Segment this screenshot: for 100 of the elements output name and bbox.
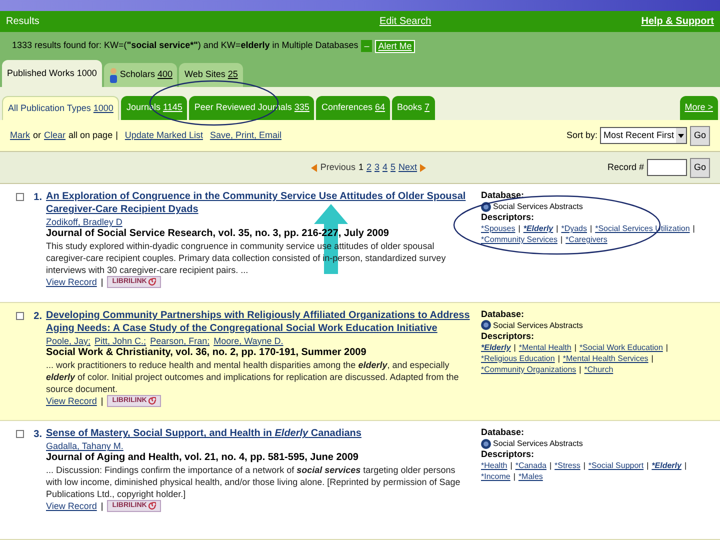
separator: | xyxy=(100,394,104,407)
toolbar-link[interactable]: Clear xyxy=(44,128,66,142)
author-link[interactable]: Pitt, John C.; xyxy=(94,334,146,347)
author-link[interactable]: Moore, Wayne D. xyxy=(214,334,284,347)
current-page: 1 xyxy=(358,160,364,174)
header-title: Results xyxy=(6,15,40,29)
separator: | xyxy=(514,342,516,353)
separator: | xyxy=(518,223,520,234)
database-icon xyxy=(481,320,491,330)
collapse-button[interactable]: – xyxy=(361,40,372,52)
descriptors-label: Descriptors: xyxy=(481,330,536,342)
swirl-icon xyxy=(148,502,156,510)
record-field[interactable] xyxy=(646,159,687,176)
publication-type-tab[interactable]: Books 7 xyxy=(392,96,435,120)
page-link[interactable]: 5 xyxy=(390,160,396,174)
descriptors-label: Descriptors: xyxy=(481,212,536,223)
separator: | xyxy=(560,234,563,245)
descriptor-link[interactable]: *Social Work Education xyxy=(579,342,663,353)
database-name: Social Services Abstracts xyxy=(493,201,583,212)
descriptor-link[interactable]: *Elderly xyxy=(652,460,682,472)
result-title[interactable]: Developing Community Partnerships with Religiously Affiliated Organizations to Address Aging Needs: A Case Study of the Congregational Social Work Education Initiative xyxy=(46,308,471,335)
help-link[interactable]: Help & Support xyxy=(641,14,714,29)
descriptor-link[interactable]: *Elderly xyxy=(481,342,511,353)
descriptor-link[interactable]: *Social Support xyxy=(588,460,644,472)
author-link[interactable]: Gadalla, Tahany M. xyxy=(46,440,124,452)
abstract-text: ... work practitioners to reduce health and mental health disparities among the elderly, and especially elderly of color. Initial project outcomes and implications for replication are discussed. Adapted from the source document. xyxy=(46,358,460,395)
database-icon xyxy=(481,202,491,212)
database-label: Database: xyxy=(481,308,526,320)
view-record-link[interactable]: View Record xyxy=(46,500,97,512)
toolbar-link[interactable]: Mark xyxy=(10,128,30,142)
publication-type-tab[interactable]: All Publication Types 1000 xyxy=(2,96,120,120)
descriptor-link[interactable]: *Dyads xyxy=(561,223,587,234)
database-label: Database: xyxy=(481,427,526,438)
descriptor-link[interactable]: *Mental Health Services xyxy=(562,352,648,364)
result-number: 1. xyxy=(32,191,42,205)
publication-type-tab[interactable]: Peer Reviewed Journals 335 xyxy=(189,96,314,120)
separator: | xyxy=(651,352,654,364)
toolbar-link[interactable]: Update Marked List xyxy=(124,128,203,142)
result-number: 3. xyxy=(32,428,42,442)
separator: | xyxy=(574,342,576,353)
descriptor-link[interactable]: *Canada xyxy=(515,460,546,472)
descriptors-label: Descriptors: xyxy=(481,449,536,460)
author-link[interactable]: Pearson, Fran; xyxy=(150,334,210,347)
result-title[interactable]: An Exploration of Congruence in the Community Service Use Attitudes of Older Spousal Caregiver-Care Recipient Dyads xyxy=(46,190,471,216)
publication-type-tab[interactable]: Journals 1145 xyxy=(121,96,188,120)
right-arrow-icon xyxy=(420,164,426,172)
source-citation: Social Work & Christianity, vol. 36, no. 2, pp. 170-191, Summer 2009 xyxy=(46,346,368,359)
more-tab[interactable]: More > xyxy=(680,96,718,120)
result-tab[interactable]: Scholars 400 xyxy=(104,63,178,87)
previous-text: Previous xyxy=(320,160,356,174)
source-citation: Journal of Aging and Health, vol. 21, no. 4, pp. 581-595, June 2009 xyxy=(46,452,360,464)
record-label: Record # xyxy=(607,160,644,174)
database-name: Social Services Abstracts xyxy=(493,438,583,450)
separator: | xyxy=(684,460,687,472)
toolbar-text: or xyxy=(33,128,42,142)
separator: | xyxy=(556,223,558,234)
checkbox[interactable] xyxy=(16,312,24,320)
separator: | xyxy=(692,223,695,234)
page-link[interactable]: 3 xyxy=(374,160,380,174)
alert-me-button[interactable]: Alert Me xyxy=(375,40,415,52)
descriptor-link[interactable]: *Males xyxy=(518,471,543,482)
view-record-link[interactable]: View Record xyxy=(46,394,97,407)
descriptor-link[interactable]: *Church xyxy=(584,364,614,375)
toolbar-text: all on page xyxy=(68,128,113,142)
result-tab[interactable]: Web Sites 25 xyxy=(179,63,243,87)
record-go-button[interactable]: Go xyxy=(690,158,710,178)
edit-search-link[interactable]: Edit Search xyxy=(379,14,432,29)
separator: | xyxy=(558,352,560,364)
descriptor-link[interactable]: *Income xyxy=(481,471,510,482)
separator: | xyxy=(549,460,552,472)
result-title[interactable]: Sense of Mastery, Social Support, and Health in Elderly Canadians xyxy=(46,427,471,440)
author-link[interactable]: Poole, Jay; xyxy=(46,334,91,347)
descriptor-link[interactable]: *Community Services xyxy=(481,234,558,245)
separator: | xyxy=(100,500,104,512)
descriptor-link[interactable]: *Religious Education xyxy=(481,352,555,364)
view-record-link[interactable]: View Record xyxy=(46,276,97,288)
left-arrow-icon xyxy=(311,164,318,172)
descriptor-link[interactable]: *Community Organizations xyxy=(481,364,576,375)
sort-go-button[interactable]: Go xyxy=(690,126,710,146)
page-link[interactable]: 4 xyxy=(382,160,388,174)
next-link[interactable]: Next xyxy=(398,160,418,174)
toolbar-link[interactable]: Save, Print, Email xyxy=(210,128,282,142)
descriptor-link[interactable]: *Caregivers xyxy=(566,234,608,245)
author-link[interactable]: Zodikoff, Bradley D xyxy=(46,216,122,228)
descriptor-link[interactable]: *Stress xyxy=(554,460,580,472)
separator: | xyxy=(100,276,104,288)
sort-select[interactable]: Most Recent First xyxy=(600,127,687,144)
descriptor-link[interactable]: *Health xyxy=(481,460,508,472)
sort-label: Sort by: xyxy=(566,128,598,142)
page-link[interactable]: 2 xyxy=(366,160,372,174)
checkbox[interactable] xyxy=(16,430,24,438)
descriptor-link[interactable]: *Spouses xyxy=(481,223,516,234)
abstract-text: ... Discussion: Findings confirm the importance of a network of social services targeting older persons with low income, diminished physical health, and/or those living alone. [Reprinted by permission of Sage Publications Ltd., copyright holder.] xyxy=(46,464,462,500)
checkbox[interactable] xyxy=(16,193,24,201)
descriptor-link[interactable]: *Elderly xyxy=(523,223,554,234)
publication-type-tab[interactable]: Conferences 64 xyxy=(316,96,390,120)
result-tab[interactable]: Published Works 1000 xyxy=(2,60,102,87)
separator: | xyxy=(666,342,668,353)
result-number: 2. xyxy=(32,310,42,324)
descriptor-link[interactable]: *Mental Health xyxy=(518,342,572,353)
